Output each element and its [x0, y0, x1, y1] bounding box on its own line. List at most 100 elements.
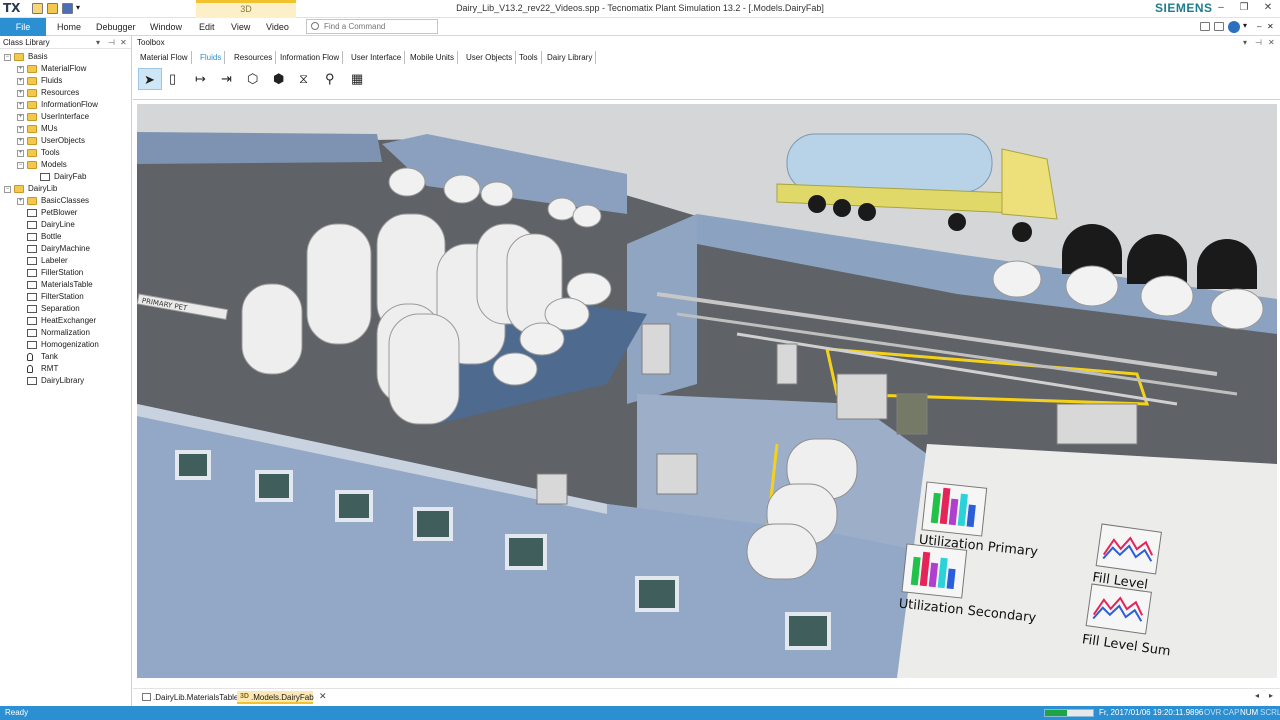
- close-button[interactable]: ✕: [1261, 2, 1275, 14]
- menu-debugger[interactable]: Debugger: [96, 18, 136, 36]
- close-document-icon[interactable]: ✕: [1267, 21, 1275, 33]
- save-icon[interactable]: [62, 3, 73, 14]
- minimize-button[interactable]: –: [1214, 2, 1228, 14]
- pipe-table-tool[interactable]: ▦: [346, 68, 370, 90]
- tree-item-dairylib[interactable]: − DairyLib: [0, 183, 131, 195]
- collapse-icon[interactable]: −: [17, 162, 24, 169]
- expand-icon[interactable]: +: [17, 90, 24, 97]
- tree-item-rmt[interactable]: RMT: [0, 363, 131, 375]
- tree-item-dairymachine[interactable]: DairyMachine: [0, 243, 131, 255]
- tree-item-normalization[interactable]: Normalization: [0, 327, 131, 339]
- ribbon-options-icon[interactable]: [1200, 22, 1210, 31]
- new-file-icon[interactable]: [32, 3, 43, 14]
- panel-dropdown-icon[interactable]: ▾: [96, 36, 100, 49]
- toolbox-dropdown-icon[interactable]: ▾: [1243, 36, 1247, 49]
- mixer-tool[interactable]: ⬡: [242, 68, 266, 90]
- plant-3d-scene[interactable]: Utilization Primary Utilization Secondar…: [137, 104, 1277, 678]
- drain-tool[interactable]: ⇥: [216, 68, 240, 90]
- tree-item-tools[interactable]: + Tools: [0, 147, 131, 159]
- expand-icon[interactable]: +: [17, 138, 24, 145]
- open-folder-icon[interactable]: [47, 3, 58, 14]
- toolbox-tab-dairy-library[interactable]: Dairy Library: [544, 51, 597, 64]
- tree-item-models[interactable]: − Models: [0, 159, 131, 171]
- tree-item-dairyfab[interactable]: DairyFab: [0, 171, 131, 183]
- expand-icon[interactable]: +: [17, 78, 24, 85]
- toolbox-tab-information-flow[interactable]: Information Flow: [277, 51, 344, 64]
- flow-control-tool[interactable]: ⬢: [268, 68, 292, 90]
- tree-item-homogenization[interactable]: Homogenization: [0, 339, 131, 351]
- tree-item-userobjects[interactable]: + UserObjects: [0, 135, 131, 147]
- scroll-left-icon[interactable]: ◂: [1255, 691, 1259, 700]
- doctab-dairyfab[interactable]: 3D .Models.DairyFab: [237, 691, 314, 704]
- menu-video[interactable]: Video: [266, 18, 289, 36]
- pointer-tool[interactable]: ➤: [138, 68, 162, 90]
- layout-icon[interactable]: [1214, 22, 1224, 31]
- toolbox-tab-mobile-units[interactable]: Mobile Units: [407, 51, 459, 64]
- doctab-materials-table[interactable]: .DairyLib.MaterialsTable: [139, 691, 242, 704]
- doctab-close-icon[interactable]: ✕: [319, 691, 327, 702]
- toolbox-tab-user-interface[interactable]: User Interface: [348, 51, 406, 64]
- toolbox-tab-tools[interactable]: Tools: [516, 51, 542, 64]
- expand-icon[interactable]: +: [17, 102, 24, 109]
- tree-item-fluids[interactable]: + Fluids: [0, 75, 131, 87]
- tree-item-userinterface[interactable]: + UserInterface: [0, 111, 131, 123]
- expand-icon[interactable]: +: [17, 150, 24, 157]
- tree-item-label: RMT: [41, 364, 59, 373]
- quick-access-dropdown-icon[interactable]: ▾: [76, 3, 81, 14]
- scroll-right-icon[interactable]: ▸: [1269, 691, 1273, 700]
- tree-item-dairylibrary[interactable]: DairyLibrary: [0, 375, 131, 387]
- tree-item-label: MUs: [41, 124, 58, 133]
- tree-item-petblower[interactable]: PetBlower: [0, 207, 131, 219]
- tree-item-basis[interactable]: − Basis: [0, 51, 131, 63]
- tree-item-materialstable[interactable]: MaterialsTable: [0, 279, 131, 291]
- toolbox-pin-icon[interactable]: ⊣: [1255, 36, 1262, 49]
- file-tab[interactable]: File: [0, 18, 46, 36]
- tree-item-dairyline[interactable]: DairyLine: [0, 219, 131, 231]
- tree-item-filterstation[interactable]: FilterStation: [0, 291, 131, 303]
- tree-item-mus[interactable]: + MUs: [0, 123, 131, 135]
- pump-tool[interactable]: ⚲: [320, 68, 344, 90]
- context-tab-3d[interactable]: 3D: [196, 0, 296, 18]
- tree-item-bottle[interactable]: Bottle: [0, 231, 131, 243]
- toolbox-tab-fluids[interactable]: Fluids: [197, 51, 226, 64]
- panel-close-icon[interactable]: ✕: [120, 36, 127, 49]
- tank-tool[interactable]: ▯: [164, 68, 188, 90]
- collapse-icon[interactable]: −: [4, 186, 11, 193]
- class-tree: − Basis + MaterialFlow + Fluids + Resources + Inf…: [0, 49, 131, 387]
- expand-icon[interactable]: +: [17, 114, 24, 121]
- menu-view[interactable]: View: [231, 18, 250, 36]
- tree-item-separation[interactable]: Separation: [0, 303, 131, 315]
- source-tool[interactable]: ↦: [190, 68, 214, 90]
- tree-item-fillerstation[interactable]: FillerStation: [0, 267, 131, 279]
- tree-item-heatexchanger[interactable]: HeatExchanger: [0, 315, 131, 327]
- expand-icon[interactable]: +: [17, 66, 24, 73]
- toolbox-tab-resources[interactable]: Resources: [231, 51, 277, 64]
- menu-edit[interactable]: Edit: [199, 18, 215, 36]
- find-command-box[interactable]: [306, 19, 438, 34]
- tree-item-informationflow[interactable]: + InformationFlow: [0, 99, 131, 111]
- brand-logo: SIEMENS: [1155, 1, 1213, 15]
- help-icon[interactable]: [1228, 21, 1240, 33]
- tree-item-labeler[interactable]: Labeler: [0, 255, 131, 267]
- help-dropdown-icon[interactable]: ▾: [1243, 21, 1249, 33]
- minimize-ribbon-icon[interactable]: –: [1257, 21, 1265, 33]
- tree-item-resources[interactable]: + Resources: [0, 87, 131, 99]
- restore-button[interactable]: ❐: [1237, 2, 1251, 14]
- expand-icon[interactable]: +: [17, 126, 24, 133]
- 3d-viewport[interactable]: Utilization Primary Utilization Secondar…: [137, 104, 1277, 678]
- valve-tool[interactable]: ⧖: [294, 68, 318, 90]
- find-command-input[interactable]: [324, 20, 434, 33]
- tree-item-tank[interactable]: Tank: [0, 351, 131, 363]
- pin-icon[interactable]: ⊣: [108, 36, 115, 49]
- tree-item-basicclasses[interactable]: + BasicClasses: [0, 195, 131, 207]
- folder-icon: [14, 53, 24, 61]
- menu-window[interactable]: Window: [150, 18, 182, 36]
- expand-icon[interactable]: +: [17, 198, 24, 205]
- tree-item-materialflow[interactable]: + MaterialFlow: [0, 63, 131, 75]
- class-library-header: Class Library ▾ ⊣ ✕: [0, 36, 131, 49]
- collapse-icon[interactable]: −: [4, 54, 11, 61]
- toolbox-tab-user-objects[interactable]: User Objects: [463, 51, 517, 64]
- toolbox-close-icon[interactable]: ✕: [1268, 36, 1275, 49]
- toolbox-tab-material-flow[interactable]: Material Flow: [137, 51, 192, 64]
- menu-home[interactable]: Home: [57, 18, 81, 36]
